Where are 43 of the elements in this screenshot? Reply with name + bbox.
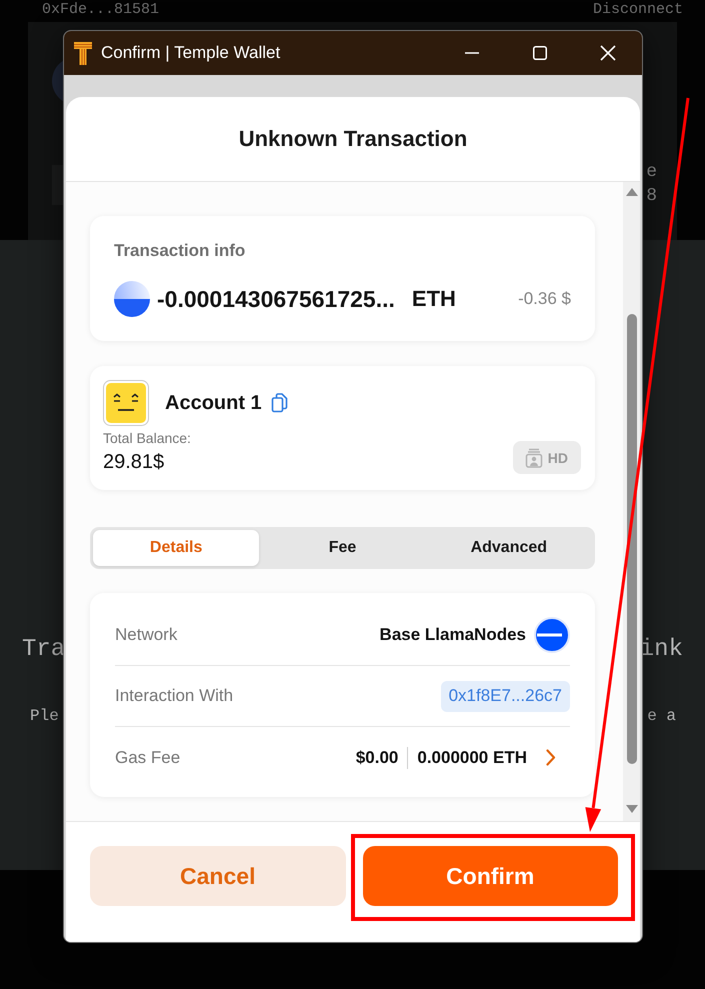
sheet-title: Unknown Transaction — [238, 126, 468, 152]
detail-label: Interaction With — [115, 686, 234, 706]
chevron-right-icon[interactable] — [546, 749, 556, 766]
detail-label: Network — [115, 625, 178, 645]
account-name: Account 1 — [165, 392, 262, 414]
section-note: Ple — [30, 706, 59, 726]
tab[interactable]: Advanced — [426, 530, 592, 566]
network-name: Base LlamaNodes — [380, 625, 526, 645]
section-note: e a — [647, 706, 676, 726]
network-icon — [534, 617, 570, 653]
cancel-button[interactable]: Cancel — [90, 846, 346, 906]
tab[interactable]: Details — [93, 530, 260, 566]
wallet-address: 0xFde...81581 — [42, 1, 160, 18]
wallet-card-icon — [524, 448, 543, 468]
token-symbol: ETH — [412, 286, 456, 312]
transaction-amount: -0.000143067561725... — [157, 286, 395, 312]
contract-address-link[interactable]: 0x1f8E7...26c7 — [440, 680, 570, 712]
scrollbar-thumb[interactable] — [626, 314, 636, 764]
scroll-up-icon[interactable] — [626, 188, 638, 196]
stat-text: 8 — [646, 186, 657, 206]
detail-label: Gas Fee — [115, 748, 180, 768]
gas-fee-fiat: $0.00 — [356, 748, 398, 768]
minimize-icon — [465, 52, 479, 54]
balance-value: 29.81$ — [103, 450, 166, 474]
copy-icon[interactable] — [270, 393, 288, 413]
section-heading: ink — [640, 636, 683, 664]
fiat-value: -0.36 $ — [518, 289, 571, 309]
token-icon — [114, 281, 150, 317]
avatar-icon — [103, 380, 149, 426]
logo-icon — [73, 40, 93, 66]
section-heading: Tra — [22, 636, 66, 664]
window-title: Confirm | Temple Wallet — [101, 43, 280, 63]
balance-label: Total Balance: — [103, 430, 191, 447]
disconnect-link[interactable]: Disconnect — [592, 1, 683, 18]
close-icon — [600, 45, 616, 61]
gas-fee-amount: 0.000000 ETH — [417, 748, 527, 768]
card-title: Transaction info — [114, 240, 246, 262]
scroll-down-icon[interactable] — [626, 805, 638, 813]
stat-text: e — [646, 162, 657, 182]
maximize-icon — [533, 46, 547, 60]
hd-label: HD — [548, 450, 568, 466]
confirm-button[interactable]: Confirm — [362, 846, 618, 906]
tab[interactable]: Fee — [259, 530, 426, 566]
